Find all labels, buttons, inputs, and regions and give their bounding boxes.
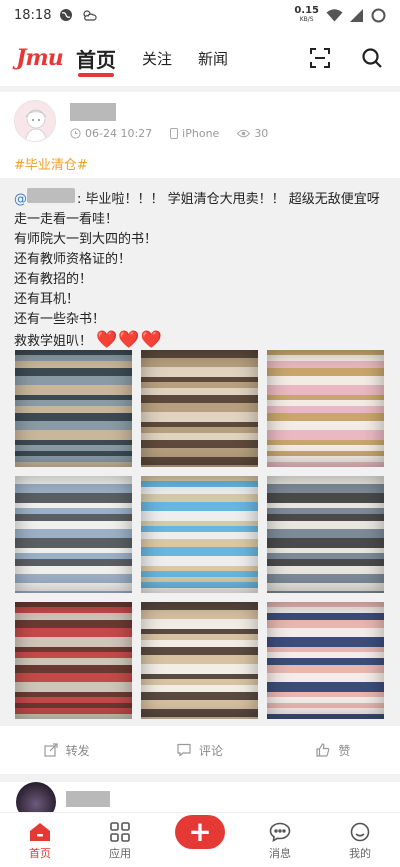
view-count: 30 [254,126,269,140]
like-label: 赞 [338,743,351,758]
nav-home[interactable]: 首页 [0,813,80,867]
wifi-icon [326,8,343,21]
phone-icon [170,127,179,139]
thumbs-up-icon [316,743,330,757]
bottom-nav: 首页 应用 + 消息 我的 [0,812,400,867]
comment-label: 评论 [198,743,223,758]
post-content[interactable]: @: 毕业啦！！！ 学姐清仓大甩卖！！ 超级无敌便宜呀走一走看一看哇！ 有师院大… [0,178,400,726]
author-name-redacted[interactable] [70,102,116,121]
mention-redacted[interactable] [27,188,75,203]
tab-news[interactable]: 新闻 [198,48,228,69]
post-line-2: 有师院大一到大四的书！ [14,232,158,247]
avatar[interactable] [14,100,56,142]
book-pile-photo-7[interactable] [15,602,132,719]
nav-publish[interactable]: + [160,813,240,867]
author-name-redacted[interactable] [66,791,110,807]
post-text: @: 毕业啦！！！ 学姐清仓大甩卖！！ 超级无敌便宜呀走一走看一看哇！ 有师院大… [14,188,386,352]
post-device: iPhone [182,126,220,140]
headphones-box-photo-5[interactable] [141,476,258,593]
book-pile-photo-8[interactable] [141,602,258,719]
profile-icon [350,822,370,842]
search-icon[interactable] [360,46,384,70]
header-divider [0,86,400,92]
book-stack-photo-2[interactable] [141,350,258,467]
next-post-header [16,782,388,822]
share-icon [44,743,58,757]
post-header: 06-24 10:27 iPhone 30 [14,96,386,146]
papers-stack-photo-6[interactable] [267,476,384,593]
nav-messages[interactable]: 消息 [240,813,320,867]
mention-at[interactable]: @ [14,192,27,207]
tab-home[interactable]: 首页 [76,44,116,77]
book-covers-photo-3[interactable] [267,350,384,467]
plus-icon[interactable]: + [175,815,225,849]
topic-tag[interactable]: #毕业清仓# [14,154,88,173]
post-line-6: 还有一些杂书！ [14,312,106,327]
post-actions: 转发 评论 赞 [0,728,400,772]
book-stack-photo-1[interactable] [15,350,132,467]
globe-icon [60,9,73,21]
message-icon [269,822,291,842]
like-button[interactable]: 赞 [267,742,400,759]
nav-profile[interactable]: 我的 [320,813,400,867]
battery-icon [371,8,386,22]
app-logo: Jmu [16,45,64,71]
clock-icon [70,127,81,139]
nav-apps[interactable]: 应用 [80,813,160,867]
comment-button[interactable]: 评论 [133,742,266,759]
eye-icon [237,129,251,137]
signal-icon [350,8,363,22]
post-line-5: 还有耳机！ [14,292,80,307]
apps-icon [110,822,130,842]
post-line-3: 还有教师资格证的！ [14,252,132,267]
nav-profile-label: 我的 [349,847,371,860]
status-bar: 18:18 0.15 KB/S [0,0,400,30]
nav-messages-label: 消息 [269,847,291,860]
post-line-4: 还有教招的！ [14,272,93,287]
weather-icon [83,10,98,21]
network-speed: 0.15 KB/S [294,5,319,24]
papers-stack-photo-4[interactable] [15,476,132,593]
comment-icon [177,743,191,757]
nav-home-label: 首页 [29,847,51,860]
tab-follow[interactable]: 关注 [142,48,172,69]
share-label: 转发 [65,743,90,758]
photo-grid [15,350,385,720]
post-divider [0,774,400,782]
clock: 18:18 [14,7,52,23]
post-date: 06-24 10:27 [85,126,153,140]
post-line-7: 救救学姐叭！ [14,334,93,349]
share-button[interactable]: 转发 [0,742,133,759]
hearts-emoji: ❤️❤️❤️ [96,330,163,350]
post-meta: 06-24 10:27 iPhone 30 [70,127,268,140]
scan-icon[interactable] [308,46,332,70]
home-icon [30,823,50,841]
exam-book-photo-9[interactable] [267,602,384,719]
app-header: Jmu 首页 关注 新闻 [0,30,400,86]
nav-apps-label: 应用 [109,847,131,860]
